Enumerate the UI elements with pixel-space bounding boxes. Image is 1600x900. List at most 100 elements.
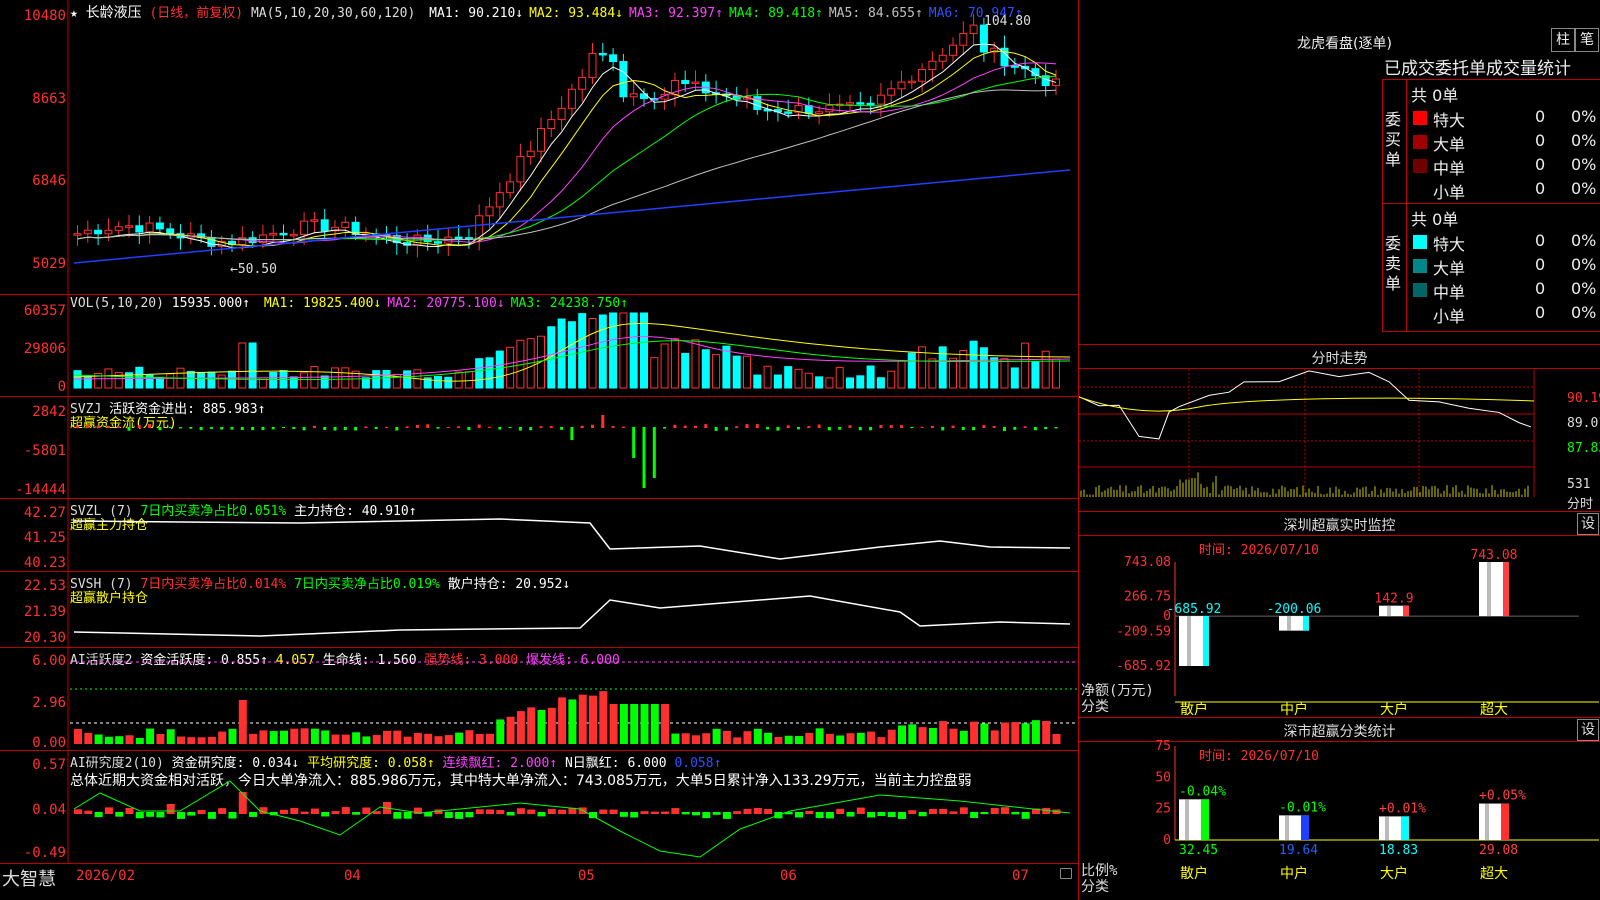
svsh-panel[interactable]: SVSH (7) 7日内买卖净占比0.014% 7日内买卖净占比0.019% 散… [0,572,1078,648]
ai-active-bar [753,728,762,744]
intraday-panel[interactable]: 分时走势 90.19 89.01 87.83 531 分时 [1079,345,1600,512]
price-candles [67,0,1071,294]
sz-category-panel[interactable]: 深市超赢分类统计 设 时间: 2026/07/10 比例% 分类 75 50 25 0… [1079,718,1600,900]
volume-bar [475,358,484,389]
sell-row-name: 特大 [1433,235,1466,254]
ai-research-bar [764,808,773,814]
lock-icon[interactable] [1060,868,1072,879]
svzj-bar [838,427,842,430]
ai-active-bar [218,731,227,744]
candle [928,60,937,70]
svzj-bar [786,425,790,428]
candle [300,220,309,235]
buy-row-count: 0 [1535,179,1546,198]
ai-active-bar [104,736,113,744]
main-chart-area[interactable]: ★ 长龄液压 (日线，前复权) MA(5,10,20,30,60,120) MA… [0,0,1079,900]
sz-monitor-bar-label: -200.06 [1267,602,1322,617]
svzj-bar [354,427,358,431]
candle [155,222,164,230]
volume-bar [382,369,391,389]
volume-bar [485,357,494,389]
sz-monitor-category-label: 散户 [1180,701,1208,717]
lhb-panel[interactable]: 龙虎看盘(逐单) 柱 笔 已成交委托单成交量统计 委买单 共 0单 特大 0 0% 大… [1079,0,1600,345]
ai-research-bar [115,812,124,817]
svzj-bar [282,427,285,429]
candle [866,102,875,106]
lhb-bar-button[interactable]: 柱 [1551,28,1575,52]
svzj-bar [642,427,646,488]
price-panel[interactable]: ★ 长龄液压 (日线，前复权) MA(5,10,20,30,60,120) MA… [0,0,1078,295]
svzj-bar [724,427,728,431]
ai-research-bar [135,812,144,819]
svzj-bar [663,427,667,429]
buy-color-swatch [1413,159,1427,173]
sz-monitor-bar-edge [1303,616,1309,631]
sz-monitor-category-label: 大户 [1380,701,1408,717]
candle [588,52,597,79]
sz-category-axis-tick: 25 [1155,802,1171,817]
candle [557,107,566,121]
ai-research-panel[interactable]: AI研究度2(10) 资金研究度: 0.034↓ 平均研究度: 0.058↑ 连… [0,751,1078,864]
volume-bar [640,312,648,389]
ai-active-bar [578,694,587,744]
ai-research-bar [486,809,494,814]
candle [918,68,927,82]
ai-active-bar [1011,722,1020,744]
candle [125,225,133,228]
ai-research-bar [125,807,134,814]
sell-row: 特大 0 0% [1383,230,1600,254]
ai-active-bar [722,730,731,744]
volume-bar [712,354,721,389]
svzj-bar [704,424,708,428]
ai-active-bar [444,735,453,744]
intraday-avg-line [1079,396,1535,412]
svzj-bar [137,425,141,428]
svzl-panel[interactable]: SVZL (7) 7日内买卖净占比0.051% 主力持仓: 40.910↑ 超赢… [0,499,1078,572]
volume-bar [763,365,772,389]
ai-active-bar [506,716,515,744]
svzj-panel[interactable]: SVZJ 活跃资金进出: 885.983↑ 超赢资金流(万元) 2842 -58… [0,397,1078,499]
right-panel[interactable]: 龙虎看盘(逐单) 柱 笔 已成交委托单成交量统计 委买单 共 0单 特大 0 0% 大… [1079,0,1600,900]
ai-research-bar [609,809,618,814]
intraday-chart [1079,369,1535,497]
ai-research-bar [207,812,216,819]
ai-active-bar [94,734,103,744]
candle [681,79,690,84]
sell-row-pct: 0% [1571,279,1597,298]
buy-row-pct: 0% [1571,131,1597,150]
candle [114,226,123,231]
sz-monitor-bar-shade [1187,616,1191,666]
svzj-bar [374,427,378,430]
sell-color-swatch [1413,283,1427,297]
volume-panel[interactable]: VOL(5,10,20) 15935.000↑ MA1: 19825.400↓ M… [0,295,1078,397]
sz-monitor-panel[interactable]: 深圳超赢实时监控 设 时间: 2026/07/10 净额(万元) 分类 743.… [1079,512,1600,718]
svzj-bar [900,425,903,428]
ai-research-bar [630,812,639,818]
candle [938,54,947,62]
brand-label: 大智慧 [2,869,56,890]
candle [135,225,144,233]
volume-bar [990,357,999,389]
candle [1010,65,1019,68]
ai-active-bar [661,704,670,744]
lhb-tabs[interactable]: 已成交委托单成交量统计 [1384,54,1600,79]
sell-row-count: 0 [1535,255,1546,274]
ai-research-bar [403,812,412,819]
svzj-bar [1054,427,1058,429]
svzj-bar [158,427,162,431]
buy-row-pct: 0% [1571,155,1597,174]
ai-research-bar [661,811,670,814]
candle [887,88,896,96]
ai-research-bar [918,812,927,817]
ai-research-bar [1001,807,1009,814]
sz-monitor-chart: 743.08266.750-209.59-685.92-685.92散户-200… [1116,548,1599,717]
volume-bar [876,377,885,389]
candle [269,232,278,236]
lhb-tick-button[interactable]: 笔 [1575,28,1599,52]
ai-active-bar [630,704,639,744]
ma6-line [73,169,1071,264]
sz-monitor-bar-shade [1487,562,1491,617]
sz-monitor-bar-shade [1387,605,1391,617]
svzj-bar [1013,427,1017,430]
ai-active-panel[interactable]: AI活跃度2 资金活跃度: 0.855↑ 4.057 生命线: 1.560 强势… [0,648,1078,751]
